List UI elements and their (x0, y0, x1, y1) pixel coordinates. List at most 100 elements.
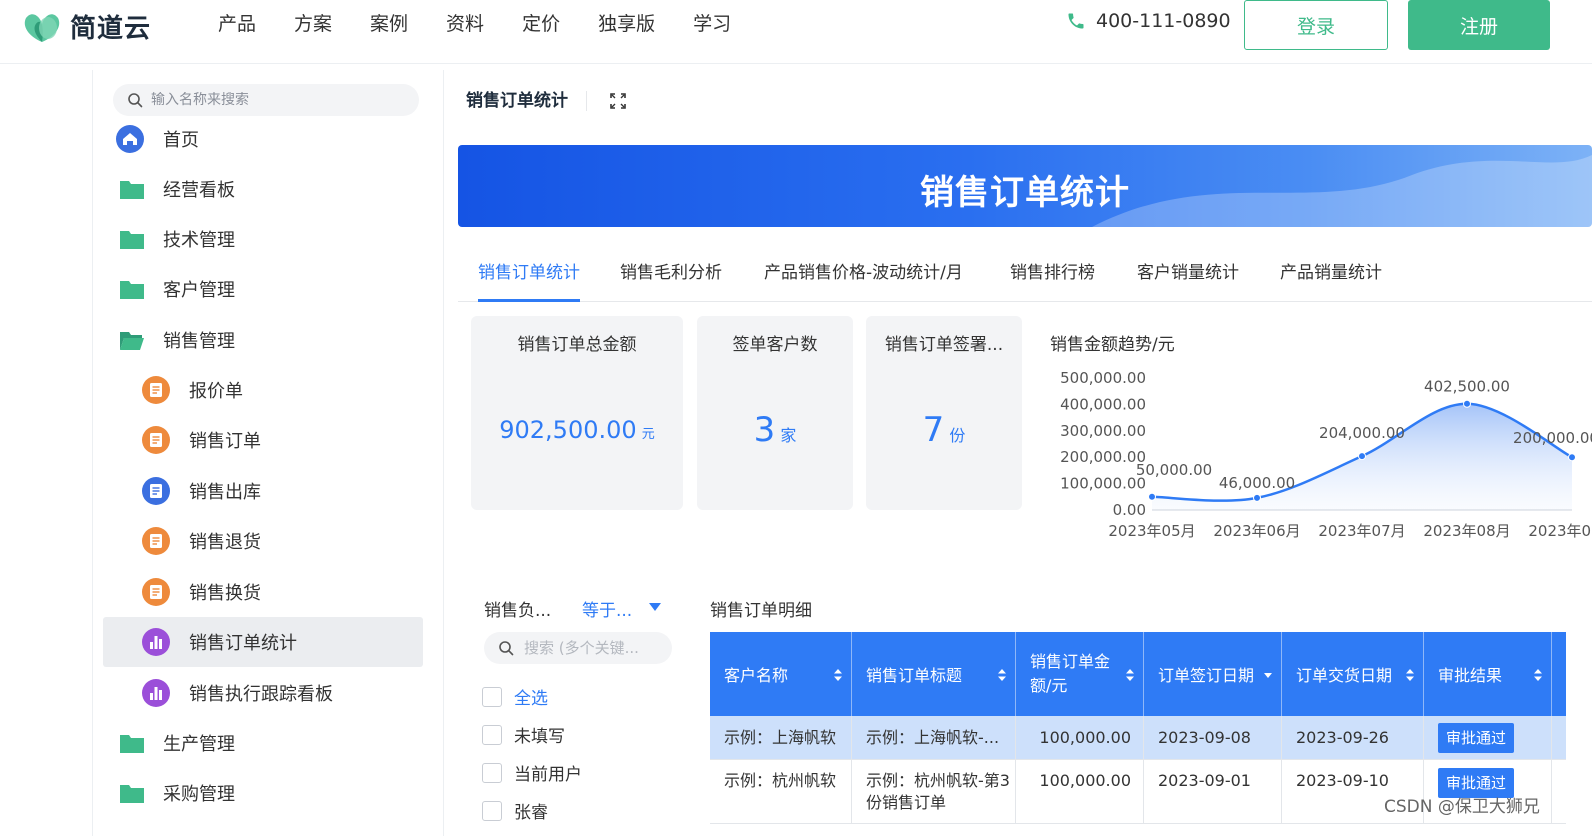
checkbox[interactable] (482, 800, 502, 821)
tab-price-fluctuation[interactable]: 产品销售价格-波动统计/月 (764, 258, 963, 302)
kpi-value: 7 份 (866, 410, 1022, 450)
nav-item-learn[interactable]: 学习 (693, 10, 731, 38)
sort-desc-icon[interactable] (1263, 668, 1273, 682)
sort-icon[interactable] (1405, 668, 1415, 682)
kpi-unit: 家 (780, 426, 797, 445)
sidebar-item-label: 销售执行跟踪看板 (189, 684, 333, 705)
watermark: CSDN @保卫大狮兄 (1384, 797, 1540, 817)
sort-icon[interactable] (1533, 668, 1543, 682)
column-header-order-title[interactable]: 销售订单标题 (852, 632, 1016, 716)
y-tick-label: 500,000.00 (1060, 369, 1146, 387)
filter-search-input[interactable] (524, 639, 664, 657)
column-header-label: 客户名称 (724, 666, 789, 685)
table-row[interactable]: 示例：上海帆软 示例：上海帆软-... 100,000.00 2023-09-0… (710, 716, 1566, 760)
folder-icon (120, 785, 144, 803)
filter-option-current-user[interactable]: 当前用户 (482, 760, 582, 785)
nav-item-cases[interactable]: 案例 (370, 10, 408, 38)
login-button[interactable]: 登录 (1244, 0, 1388, 50)
column-header-sign-date[interactable]: 订单签订日期 (1144, 632, 1282, 716)
checkbox[interactable] (482, 762, 502, 783)
sidebar-item-label: 报价单 (189, 381, 243, 402)
sidebar-search[interactable] (113, 84, 419, 116)
sidebar-item-customers[interactable]: 客户管理 (93, 264, 443, 314)
cell-sign-date: 2023-09-08 (1144, 716, 1282, 759)
sidebar-item-purchasing[interactable]: 采购管理 (93, 768, 443, 818)
filter-option-empty[interactable]: 未填写 (482, 722, 565, 747)
dashboard-icon (142, 628, 170, 656)
cell-customer: 示例：杭州帆软 (710, 760, 852, 823)
sidebar-item-quotation[interactable]: 报价单 (93, 365, 443, 415)
sidebar-search-input[interactable] (151, 92, 401, 108)
sidebar-item-sales-exchange[interactable]: 销售换货 (93, 567, 443, 617)
data-label: 200,000.00 (1513, 429, 1592, 447)
tab-sales-order-stats[interactable]: 销售订单统计 (478, 258, 580, 302)
caret-down-icon[interactable] (648, 602, 662, 612)
approval-status-badge[interactable]: 审批通过 (1438, 722, 1515, 753)
data-label: 402,500.00 (1424, 378, 1510, 396)
column-header-delivery-date[interactable]: 订单交货日期 (1282, 632, 1424, 716)
sidebar-item-label: 销售退货 (189, 532, 261, 553)
sidebar-item-tech[interactable]: 技术管理 (93, 214, 443, 264)
kpi-number: 902,500.00 (499, 416, 637, 444)
cell-approval: 审批通过 (1424, 716, 1552, 759)
logo-icon (24, 14, 60, 43)
sort-icon[interactable] (833, 668, 843, 682)
filter-field-label: 销售负... (484, 601, 552, 621)
y-tick-label: 400,000.00 (1060, 395, 1146, 413)
main-content: 销售订单统计 销售订单统计 销售订单统计 销售毛利分析 产品销售价格-波动统计/… (446, 70, 1592, 836)
phone-contact: 400-111-0890 (1066, 10, 1231, 32)
sidebar-item-sales-outbound[interactable]: 销售出库 (93, 466, 443, 516)
filter-option-user[interactable]: 张睿 (482, 798, 548, 823)
logo[interactable]: 简道云 (18, 6, 151, 46)
tab-sales-ranking[interactable]: 销售排行榜 (1010, 258, 1095, 302)
data-label: 50,000.00 (1136, 461, 1212, 479)
checkbox[interactable] (482, 686, 502, 707)
sidebar-item-label: 首页 (163, 130, 199, 151)
nav-item-solutions[interactable]: 方案 (294, 10, 332, 38)
data-label: 46,000.00 (1219, 474, 1295, 492)
sidebar-item-production[interactable]: 生产管理 (93, 718, 443, 768)
nav-item-pricing[interactable]: 定价 (522, 10, 560, 38)
cell-sign-date: 2023-09-01 (1144, 760, 1282, 823)
filter-search[interactable] (484, 632, 672, 664)
column-header-approval[interactable]: 审批结果 (1424, 632, 1552, 716)
sidebar-item-sales-tracking-board[interactable]: 销售执行跟踪看板 (93, 668, 443, 718)
sidebar-item-business-board[interactable]: 经营看板 (93, 164, 443, 214)
sidebar-item-label: 销售管理 (163, 331, 235, 352)
nav-item-resources[interactable]: 资料 (446, 10, 484, 38)
data-point (1463, 399, 1471, 408)
filter-operator-select[interactable]: 等于... (582, 596, 632, 621)
page-header: 销售订单统计 (446, 70, 1592, 132)
form-icon (142, 578, 170, 606)
sidebar-item-sales-order-stats[interactable]: 销售订单统计 (103, 617, 423, 667)
tab-gross-margin[interactable]: 销售毛利分析 (620, 258, 722, 302)
sort-icon[interactable] (1125, 668, 1135, 682)
column-header-customer[interactable]: 客户名称 (710, 632, 852, 716)
nav-item-products[interactable]: 产品 (218, 10, 256, 38)
kpi-card-order-count: 销售订单签署... 7 份 (866, 316, 1022, 510)
sort-icon[interactable] (997, 668, 1007, 682)
sidebar-item-sales-order[interactable]: 销售订单 (93, 415, 443, 465)
sidebar-item-label: 销售出库 (189, 482, 261, 503)
register-button[interactable]: 注册 (1408, 0, 1550, 50)
sidebar-item-sales[interactable]: 销售管理 (93, 315, 443, 365)
banner-title: 销售订单统计 (920, 173, 1130, 213)
search-icon (128, 93, 143, 108)
filter-option-all[interactable]: 全选 (482, 684, 548, 709)
sidebar-item-label: 经营看板 (163, 180, 235, 201)
tab-product-volume[interactable]: 产品销量统计 (1280, 258, 1382, 302)
table-header-row: 客户名称 销售订单标题 销售订单金额/元 订单签订日期 订单交货日期 审批结果 (710, 632, 1566, 716)
kpi-number: 7 (922, 410, 945, 450)
sales-trend-chart: 0.00 100,000.00 200,000.00 300,000.00 400,00… (1060, 369, 1592, 540)
sidebar-item-home[interactable]: 首页 (93, 114, 443, 164)
checkbox-label: 全选 (514, 689, 548, 709)
tab-customer-volume[interactable]: 客户销量统计 (1137, 258, 1239, 302)
sidebar-item-sales-return[interactable]: 销售退货 (93, 516, 443, 566)
nav-item-exclusive[interactable]: 独享版 (598, 10, 655, 38)
checkbox[interactable] (482, 724, 502, 745)
column-header-amount[interactable]: 销售订单金额/元 (1016, 632, 1144, 716)
cell-order-title: 示例：上海帆软-... (852, 716, 1016, 759)
fullscreen-icon[interactable] (609, 92, 627, 110)
logo-text: 简道云 (70, 13, 152, 44)
sidebar-item-label: 客户管理 (163, 280, 235, 301)
